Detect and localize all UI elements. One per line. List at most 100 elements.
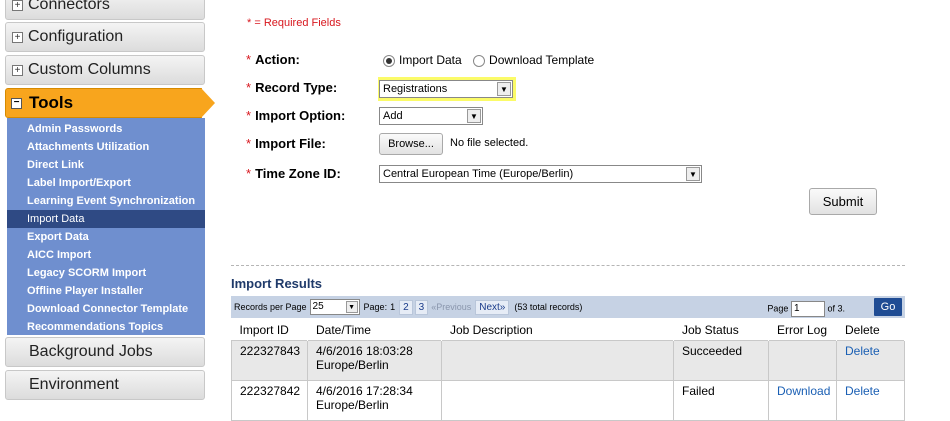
cell-import-id: 222327843 — [231, 339, 308, 381]
required-star: * — [246, 52, 252, 67]
table-header: Import ID Date/Time Job Description Job … — [231, 320, 905, 340]
total-records: (53 total records) — [514, 302, 583, 312]
section-label: Tools — [29, 93, 74, 112]
select-value: Registrations — [383, 83, 448, 95]
action-row: * Action: — [246, 52, 300, 67]
submenu-item[interactable]: Learning Event Synchronization — [7, 192, 205, 210]
required-star: * — [246, 136, 252, 151]
select-value: Add — [383, 110, 403, 122]
active-arrow — [201, 88, 215, 118]
sidebar-section-tools[interactable]: − Tools — [5, 88, 215, 118]
cell-delete: Delete — [836, 379, 905, 421]
sidebar: + Connectors + Configuration + Custom Co… — [0, 0, 215, 405]
import-option-row: * Import Option: — [246, 108, 345, 123]
browse-button[interactable]: Browse... — [379, 133, 443, 155]
pager-bar: Records per Page 25 ▼ Page: 1 2 3 «Previ… — [231, 296, 905, 318]
radio-label: Download Template — [489, 53, 595, 67]
submenu-item[interactable]: Legacy SCORM Import — [7, 264, 205, 282]
submenu-item[interactable]: Label Import/Export — [7, 174, 205, 192]
sidebar-section-configuration[interactable]: + Configuration — [5, 22, 205, 52]
date: 4/6/2016 18:03:28 — [316, 343, 413, 358]
previous-link[interactable]: «Previous — [431, 302, 471, 312]
table-row: 222327842 4/6/2016 17:28:34 Europe/Berlin… — [231, 379, 905, 421]
action-radio-group: Import Data Download Template — [383, 53, 594, 67]
tools-submenu: Admin Passwords Attachments Utilization … — [7, 118, 205, 335]
page-link-1[interactable]: 1 — [390, 302, 395, 312]
submenu-item-selected[interactable]: Import Data — [7, 210, 205, 228]
record-type-select[interactable]: Registrations ▼ — [379, 80, 513, 98]
sidebar-section-connectors[interactable]: + Connectors — [5, 0, 205, 20]
page-link-3[interactable]: 3 — [414, 299, 429, 315]
page-input[interactable]: 1 — [790, 301, 825, 317]
sidebar-section-custom-columns[interactable]: + Custom Columns — [5, 55, 205, 85]
chevron-down-icon[interactable]: ▼ — [345, 301, 358, 313]
submenu-item[interactable]: Attachments Utilization — [7, 138, 205, 156]
delete-link[interactable]: Delete — [845, 344, 880, 358]
action-label: Action: — [255, 52, 300, 67]
radio-download-template[interactable] — [473, 54, 486, 67]
divider — [231, 265, 905, 266]
chevron-down-icon[interactable]: ▼ — [686, 167, 700, 181]
cell-error-log — [768, 339, 837, 381]
records-per-page-label: Records per Page — [234, 302, 307, 312]
cell-status: Succeeded — [673, 339, 769, 381]
required-star: * — [246, 166, 252, 181]
import-file-row: * Import File: — [246, 136, 326, 151]
record-type-row: * Record Type: — [246, 80, 337, 95]
submenu-item[interactable]: Offline Player Installer — [7, 282, 205, 300]
timezone-select[interactable]: Central European Time (Europe/Berlin) ▼ — [379, 165, 702, 183]
page-link-2[interactable]: 2 — [399, 299, 413, 315]
submenu-item[interactable]: Admin Passwords — [7, 120, 205, 138]
required-star: * — [246, 108, 252, 123]
chevron-down-icon[interactable]: ▼ — [497, 82, 511, 96]
section-label: Connectors — [28, 0, 110, 13]
submit-button[interactable]: Submit — [809, 188, 877, 215]
expand-icon: + — [12, 64, 23, 76]
cell-status: Failed — [673, 379, 769, 421]
import-option-select[interactable]: Add ▼ — [379, 107, 483, 125]
section-label: Background Jobs — [29, 343, 153, 360]
submenu-item[interactable]: Recommendations Topics — [7, 318, 205, 336]
expand-icon: + — [12, 31, 23, 43]
import-option-label: Import Option: — [255, 108, 346, 123]
required-note: * = Required Fields — [247, 17, 341, 29]
page-input-group: Page 1 of 3. — [767, 301, 845, 317]
sidebar-section-background-jobs[interactable]: Background Jobs — [5, 337, 205, 367]
submenu-item[interactable]: Download Connector Template — [7, 300, 205, 318]
page-input-label: Page — [767, 303, 789, 314]
next-link[interactable]: Next» — [475, 299, 510, 315]
section-label: Configuration — [28, 28, 124, 45]
delete-link[interactable]: Delete — [845, 384, 880, 398]
submenu-item[interactable]: Direct Link — [7, 156, 205, 174]
main-content: * = Required Fields * Action: Import Dat… — [231, 0, 950, 421]
expand-icon: + — [12, 0, 23, 11]
cell-description — [441, 379, 674, 421]
records-per-page-select[interactable]: 25 ▼ — [309, 299, 360, 315]
cell-date-time: 4/6/2016 17:28:34 Europe/Berlin — [307, 379, 442, 421]
page-of-label: of 3. — [827, 303, 845, 314]
import-results-title: Import Results — [231, 276, 323, 291]
submenu-item[interactable]: Export Data — [7, 228, 205, 246]
submenu-item[interactable]: AICC Import — [7, 246, 205, 264]
select-value: 25 — [312, 301, 324, 312]
date: 4/6/2016 17:28:34 — [316, 383, 413, 398]
required-star: * — [246, 80, 252, 95]
section-label: Environment — [29, 376, 119, 393]
page-label: Page: — [363, 302, 388, 312]
timezone: Europe/Berlin — [316, 357, 389, 372]
col-delete: Delete — [836, 320, 905, 340]
col-date-time: Date/Time — [307, 320, 442, 340]
chevron-down-icon[interactable]: ▼ — [467, 109, 481, 123]
download-link[interactable]: Download — [777, 384, 830, 398]
select-value: Central European Time (Europe/Berlin) — [383, 168, 574, 180]
collapse-icon: − — [11, 97, 22, 109]
go-button[interactable]: Go — [874, 298, 902, 316]
file-status: No file selected. — [450, 137, 529, 149]
col-error-log: Error Log — [768, 320, 837, 340]
cell-description — [441, 339, 674, 381]
radio-import-data[interactable] — [383, 54, 395, 67]
sidebar-section-environment[interactable]: Environment — [5, 370, 205, 400]
cell-error-log: Download — [768, 379, 837, 421]
col-import-id: Import ID — [231, 320, 308, 340]
col-job-description: Job Description — [441, 320, 674, 340]
